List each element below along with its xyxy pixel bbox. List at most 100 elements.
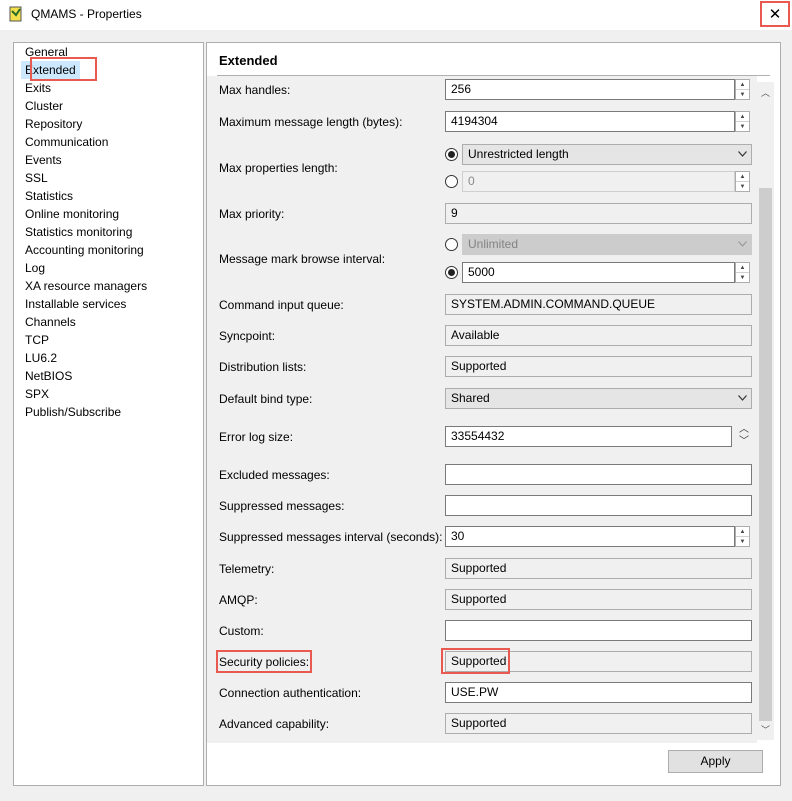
- syncpoint-label: Syncpoint:: [219, 329, 276, 343]
- message-mark-interval-spinner[interactable]: ▲ ▼: [735, 262, 750, 283]
- spin-down-icon[interactable]: ▼: [736, 273, 749, 282]
- command-input-queue-label: Command input queue:: [219, 298, 344, 312]
- apply-button[interactable]: Apply: [668, 750, 763, 773]
- advanced-capability-label: Advanced capability:: [219, 717, 330, 731]
- nav-item-tcp[interactable]: TCP: [25, 331, 49, 349]
- scroll-up-icon[interactable]: ︿: [757, 84, 774, 101]
- amqp-value: Supported: [445, 589, 752, 610]
- unlimited-radio[interactable]: [445, 238, 458, 251]
- nav-item-repository[interactable]: Repository: [25, 115, 82, 133]
- max-handles-label: Max handles:: [219, 83, 291, 97]
- max-properties-combo-value: Unrestricted length: [468, 147, 569, 161]
- nav-item-publish-subscribe[interactable]: Publish/Subscribe: [25, 403, 121, 421]
- suppressed-messages-input[interactable]: [445, 495, 752, 516]
- unlimited-combo: Unlimited: [462, 234, 752, 255]
- excluded-messages-input[interactable]: [445, 464, 752, 485]
- message-mark-interval-input[interactable]: 5000: [462, 262, 735, 283]
- spin-up-icon[interactable]: ▲: [736, 527, 749, 537]
- distribution-lists-value: Supported: [445, 356, 752, 377]
- nav-item-online-monitoring[interactable]: Online monitoring: [25, 205, 119, 223]
- connection-authentication-input[interactable]: USE.PW: [445, 682, 752, 703]
- syncpoint-value: Available: [445, 325, 752, 346]
- interval-value-radio[interactable]: [445, 266, 458, 279]
- nav-item-general[interactable]: General: [25, 43, 68, 61]
- unrestricted-length-radio[interactable]: [445, 148, 458, 161]
- suppressed-interval-label: Suppressed messages interval (seconds):: [219, 530, 443, 544]
- suppressed-messages-label: Suppressed messages:: [219, 499, 345, 513]
- connection-authentication-label: Connection authentication:: [219, 686, 362, 700]
- error-log-size-label: Error log size:: [219, 430, 294, 444]
- properties-scroll-area: Max handles: 256 ▲ ▼ Maximum message leng…: [207, 76, 757, 743]
- message-mark-browse-interval-label: Message mark browse interval:: [219, 252, 386, 266]
- chevron-down-icon: [738, 241, 747, 247]
- max-priority-value: 9: [445, 203, 752, 224]
- security-policies-value: Supported: [445, 651, 752, 672]
- nav-item-spx[interactable]: SPX: [25, 385, 49, 403]
- spin-down-icon[interactable]: ▼: [736, 90, 749, 99]
- nav-item-netbios[interactable]: NetBIOS: [25, 367, 72, 385]
- nav-item-events[interactable]: Events: [25, 151, 62, 169]
- scrollbar-thumb[interactable]: [759, 188, 772, 721]
- nav-item-statistics-monitoring[interactable]: Statistics monitoring: [25, 223, 132, 241]
- max-message-length-spinner[interactable]: ▲ ▼: [735, 111, 750, 132]
- default-bind-type-combo[interactable]: Shared: [445, 388, 752, 409]
- close-button[interactable]: ✕: [762, 2, 788, 26]
- max-properties-value-input: 0: [462, 171, 735, 192]
- max-message-length-label: Maximum message length (bytes):: [219, 115, 403, 129]
- custom-length-radio[interactable]: [445, 175, 458, 188]
- error-log-spinner[interactable]: ︿ ﹀: [738, 424, 750, 450]
- nav-item-installable-services[interactable]: Installable services: [25, 295, 126, 313]
- distribution-lists-label: Distribution lists:: [219, 360, 307, 374]
- spin-up-icon[interactable]: ▲: [736, 263, 749, 273]
- nav-item-communication[interactable]: Communication: [25, 133, 108, 151]
- nav-item-extended[interactable]: Extended: [21, 61, 80, 79]
- amqp-label: AMQP:: [219, 593, 258, 607]
- vertical-scrollbar[interactable]: ︿ ﹀: [757, 82, 774, 740]
- telemetry-value: Supported: [445, 558, 752, 579]
- nav-item-lu62[interactable]: LU6.2: [25, 349, 57, 367]
- scroll-down-icon[interactable]: ﹀: [757, 721, 774, 738]
- excluded-messages-label: Excluded messages:: [219, 468, 330, 482]
- nav-item-statistics[interactable]: Statistics: [25, 187, 73, 205]
- chevron-down-icon: [738, 151, 747, 157]
- suppressed-interval-input[interactable]: 30: [445, 526, 735, 547]
- max-properties-length-label: Max properties length:: [219, 161, 338, 175]
- telemetry-label: Telemetry:: [219, 562, 275, 576]
- default-bind-type-label: Default bind type:: [219, 392, 313, 406]
- max-handles-spinner[interactable]: ▲ ▼: [735, 79, 750, 100]
- nav-item-ssl[interactable]: SSL: [25, 169, 48, 187]
- custom-label: Custom:: [219, 624, 264, 638]
- spin-up-icon[interactable]: ▲: [736, 80, 749, 90]
- max-message-length-input[interactable]: 4194304: [445, 111, 735, 132]
- chevron-up-icon[interactable]: ︿: [738, 424, 750, 436]
- security-policies-label: Security policies:: [219, 655, 310, 669]
- app-icon: [9, 6, 22, 22]
- spin-down-icon: ▼: [739, 183, 746, 190]
- suppressed-interval-spinner[interactable]: ▲ ▼: [735, 526, 750, 547]
- max-priority-label: Max priority:: [219, 207, 285, 221]
- command-input-queue-value: SYSTEM.ADMIN.COMMAND.QUEUE: [445, 294, 752, 315]
- custom-input[interactable]: [445, 620, 752, 641]
- max-handles-input[interactable]: 256: [445, 79, 735, 100]
- nav-item-xa-resource-managers[interactable]: XA resource managers: [25, 277, 147, 295]
- default-bind-type-value: Shared: [451, 391, 490, 405]
- unlimited-combo-value: Unlimited: [468, 237, 519, 251]
- spin-down-icon[interactable]: ▼: [736, 537, 749, 546]
- nav-item-exits[interactable]: Exits: [25, 79, 51, 97]
- window-title: QMAMS - Properties: [31, 7, 142, 21]
- error-log-size-input[interactable]: 33554432: [445, 426, 732, 447]
- spin-up-icon: ▲: [736, 172, 749, 182]
- nav-item-cluster[interactable]: Cluster: [25, 97, 63, 115]
- max-properties-spinner: ▲ ▼: [735, 171, 750, 192]
- chevron-down-icon: [738, 395, 747, 401]
- nav-item-accounting-monitoring[interactable]: Accounting monitoring: [25, 241, 144, 259]
- close-icon: ✕: [768, 6, 782, 23]
- chevron-down-icon[interactable]: ﹀: [738, 436, 750, 448]
- advanced-capability-value: Supported: [445, 713, 752, 734]
- section-title: Extended: [219, 53, 278, 68]
- max-properties-combo[interactable]: Unrestricted length: [462, 144, 752, 165]
- nav-item-channels[interactable]: Channels: [25, 313, 76, 331]
- spin-down-icon[interactable]: ▼: [736, 122, 749, 131]
- spin-up-icon[interactable]: ▲: [736, 112, 749, 122]
- nav-item-log[interactable]: Log: [25, 259, 45, 277]
